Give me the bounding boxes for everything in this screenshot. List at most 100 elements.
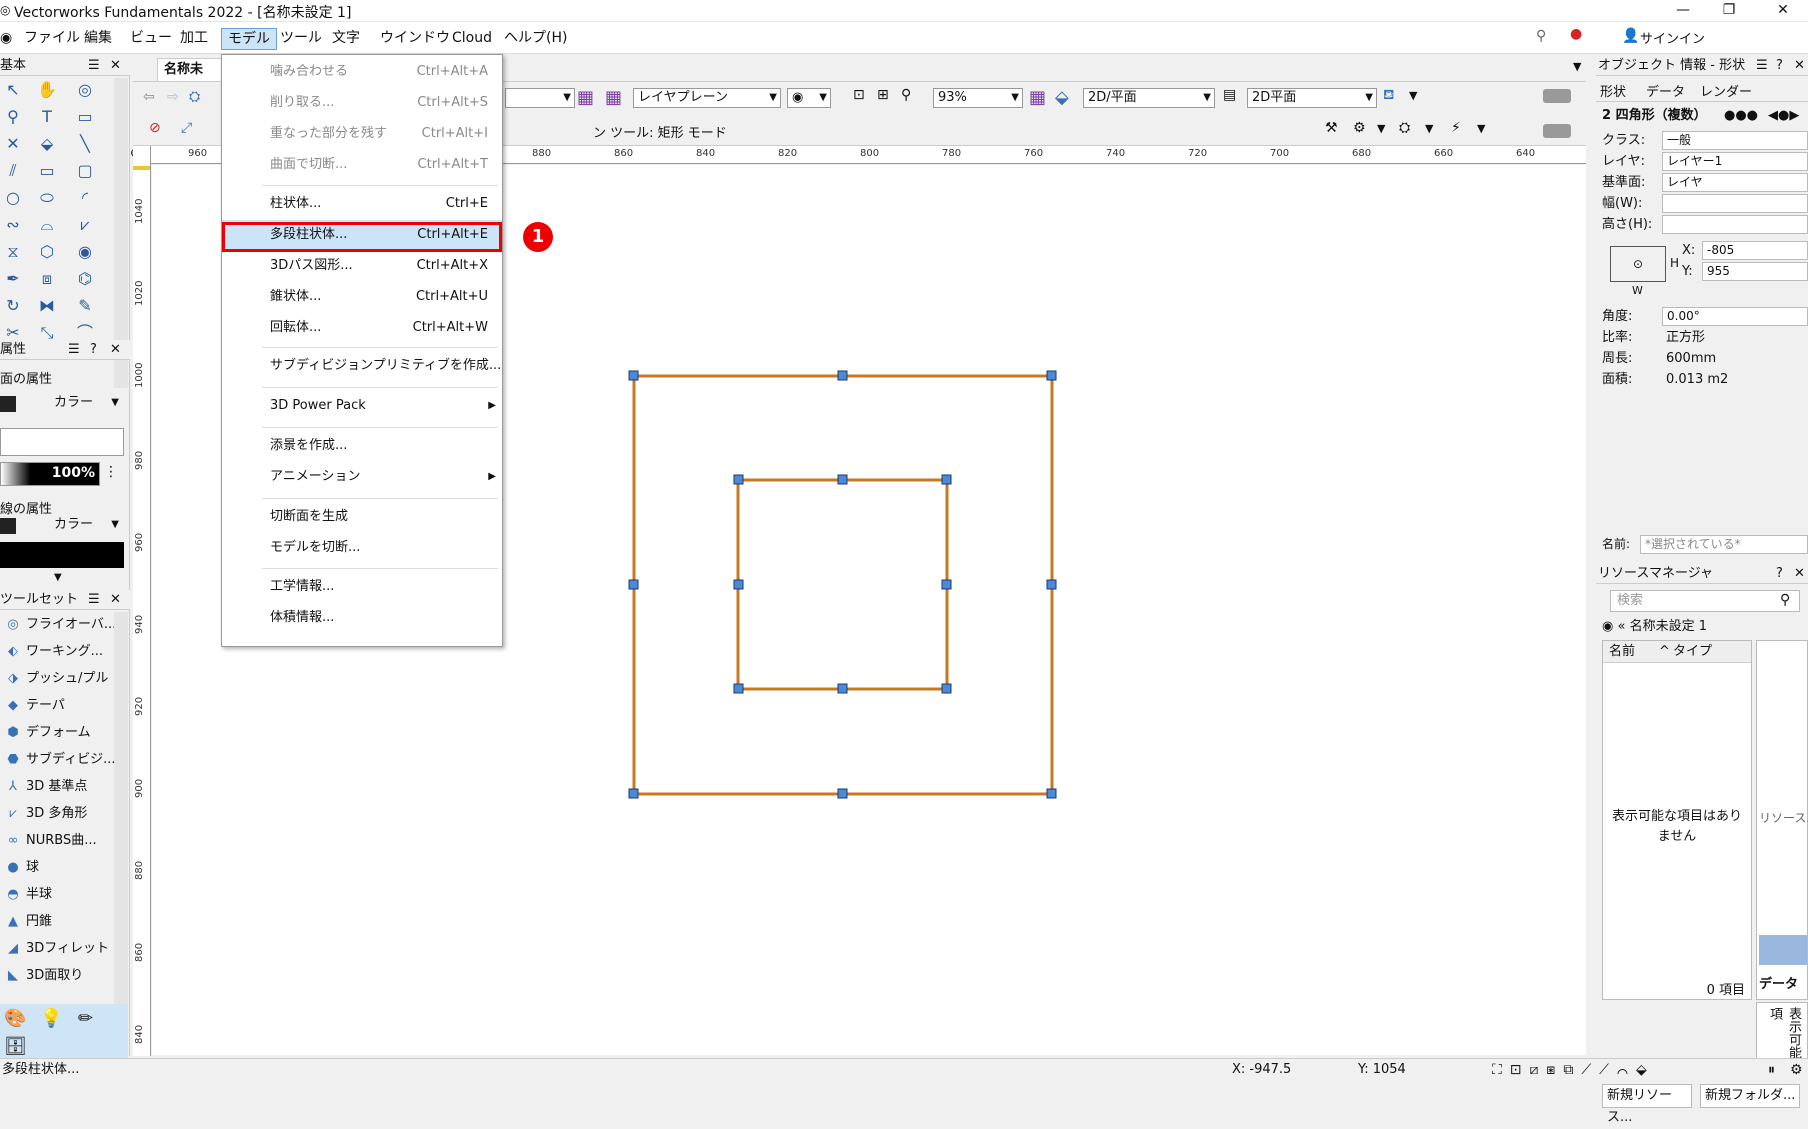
- resource-search-input[interactable]: 検索: [1610, 590, 1800, 612]
- tab-shape[interactable]: 形状: [1600, 81, 1626, 100]
- menu-item-intersect[interactable]: 重なった部分を残す Ctrl+Alt+I: [222, 119, 502, 149]
- menu-item-animation[interactable]: アニメーション ▶: [222, 462, 502, 492]
- menu-file[interactable]: ファイル: [18, 28, 86, 50]
- menu-text[interactable]: 文字: [326, 28, 366, 50]
- toolset-scrollbar[interactable]: [114, 612, 128, 1052]
- no-tool-icon[interactable]: ⊘: [149, 120, 161, 136]
- toolset-item[interactable]: ◢ 3Dフィレット: [0, 936, 109, 962]
- search-icon[interactable]: ⚲: [1536, 28, 1546, 44]
- double-polygon-tool-icon[interactable]: ⧖: [0, 240, 26, 264]
- x-input[interactable]: -805: [1702, 241, 1808, 260]
- forward-icon[interactable]: ⇨: [167, 89, 179, 105]
- view-dropdown[interactable]: 2D/平面: [1083, 88, 1215, 108]
- prev-next-icon[interactable]: ◀●▶: [1768, 104, 1799, 128]
- new-folder-button[interactable]: 新規フォルダ...: [1700, 1084, 1800, 1108]
- col-name[interactable]: 名前: [1609, 641, 1635, 663]
- help-icon[interactable]: ?: [1776, 564, 1783, 583]
- menu-icon[interactable]: ☰: [68, 340, 80, 359]
- minimize-button[interactable]: —: [1660, 0, 1706, 22]
- palette-close-icon[interactable]: ✕: [1794, 564, 1805, 583]
- rectangle-tool-icon[interactable]: ▭: [34, 159, 60, 183]
- menu-item-3d-power-pack[interactable]: 3D Power Pack ▶: [222, 391, 502, 421]
- toolset-item[interactable]: ⬣ サブディビジ...: [0, 747, 115, 773]
- toolset-item[interactable]: ▲ 円錐: [0, 909, 52, 935]
- flyover-tool-icon[interactable]: ◎: [72, 78, 98, 102]
- menu-icon[interactable]: ☰: [88, 56, 100, 75]
- menu-item-cut-model[interactable]: モデルを切断...: [222, 533, 502, 563]
- help-icon[interactable]: ?: [1776, 56, 1783, 75]
- palette-close-icon[interactable]: ✕: [110, 56, 121, 75]
- inner-rectangle[interactable]: [736, 478, 949, 691]
- resource-file-row[interactable]: ◉ « 名称未設定 1: [1602, 616, 1752, 638]
- render-options-icon[interactable]: ▼: [1409, 89, 1417, 102]
- menu-item-extrude-along-path[interactable]: 3Dパス図形... Ctrl+Alt+X: [222, 251, 502, 281]
- snap-toolbar-icons[interactable]: ⛶⊡⧄⧆⧉⟋⟋⌒⬙: [1492, 1059, 1655, 1081]
- offset-tool-icon[interactable]: ⧈: [34, 267, 60, 291]
- collapse-icon[interactable]: ▼: [54, 572, 62, 583]
- render-dropdown[interactable]: 2D平面: [1247, 88, 1377, 108]
- view-options-icon[interactable]: ▦: [1029, 87, 1046, 108]
- fill-color-swatch[interactable]: [0, 396, 16, 412]
- col-type[interactable]: タイプ: [1673, 641, 1712, 663]
- toolset-item[interactable]: ◆ テーパ: [0, 693, 65, 719]
- reshape-tool-icon[interactable]: ✎: [72, 294, 98, 318]
- plane-dropdown[interactable]: レイヤ: [1662, 173, 1808, 192]
- arc-tool-icon[interactable]: ◜: [72, 186, 98, 210]
- new-resource-button[interactable]: 新規リソース...: [1602, 1084, 1692, 1125]
- fill-preview[interactable]: [0, 428, 124, 456]
- shape-tool-icon[interactable]: ⌬: [72, 267, 98, 291]
- constraint-dropdown-icon[interactable]: ▼: [1477, 122, 1485, 135]
- menu-icon[interactable]: ☰: [1756, 56, 1768, 75]
- palette-close-icon[interactable]: ✕: [110, 340, 121, 359]
- toolset-item[interactable]: ● 球: [0, 855, 39, 881]
- menu-modify[interactable]: 加工: [174, 28, 214, 50]
- menu-view[interactable]: ビュー: [124, 28, 178, 50]
- color-tool-icon[interactable]: 🎨: [4, 1008, 26, 1029]
- selection-tool-icon[interactable]: ↖: [0, 78, 26, 102]
- more-icon[interactable]: ⋮: [104, 464, 118, 480]
- toolset-item[interactable]: ◓ 半球: [0, 882, 52, 908]
- light-tool-icon[interactable]: 💡: [40, 1008, 62, 1029]
- circle-tool-icon[interactable]: ○: [0, 186, 26, 210]
- doc-tab[interactable]: 名称未: [157, 58, 227, 82]
- layer-options-icon[interactable]: ▦: [605, 87, 622, 108]
- line-mode-dropdown[interactable]: カラー: [26, 516, 122, 536]
- line-tool-icon[interactable]: ╲: [72, 132, 98, 156]
- menu-icon[interactable]: ☰: [88, 590, 100, 609]
- view-icon[interactable]: ⬙: [1055, 87, 1069, 108]
- menu-item-combine[interactable]: 噛み合わせる Ctrl+Alt+A: [222, 57, 502, 87]
- line-color-swatch[interactable]: [0, 518, 16, 534]
- menu-item-subdivision[interactable]: サブディビジョンプリミティブを作成...: [222, 351, 502, 381]
- settings-dropdown-icon[interactable]: ▼: [1377, 122, 1385, 135]
- restore-button[interactable]: ❐: [1706, 0, 1752, 22]
- pause-icon[interactable]: ⏸: [1768, 1059, 1775, 1081]
- snap-dropdown-icon[interactable]: ▼: [1425, 122, 1433, 135]
- snap-icon[interactable]: ⚒: [1325, 120, 1338, 136]
- rounded-rect-tool-icon[interactable]: ▢: [72, 159, 98, 183]
- anchor-grid[interactable]: ⊙: [1610, 246, 1666, 282]
- callout-tool-icon[interactable]: ▭: [72, 105, 98, 129]
- spiral-tool-icon[interactable]: ◉: [72, 240, 98, 264]
- menu-help[interactable]: ヘルプ(H): [498, 28, 573, 50]
- menu-cloud[interactable]: Cloud: [446, 28, 498, 50]
- opacity-slider[interactable]: 100%: [0, 462, 100, 486]
- regular-polygon-tool-icon[interactable]: ⬡: [34, 240, 60, 264]
- settings-icon[interactable]: ⚙: [1353, 120, 1366, 136]
- search-icon[interactable]: ⚲: [1780, 592, 1790, 608]
- palette-close-icon[interactable]: ✕: [110, 590, 121, 609]
- toolset-item[interactable]: ⬗ プッシュ/プル: [0, 666, 108, 692]
- class-dropdown[interactable]: 一般: [1662, 131, 1808, 150]
- projection-icon[interactable]: ▤: [1223, 87, 1236, 103]
- tab-data[interactable]: データ: [1646, 81, 1685, 100]
- polygon-tool-icon[interactable]: ⩗: [72, 213, 98, 237]
- zoom-dropdown[interactable]: 93%: [933, 88, 1023, 108]
- zoom-icon[interactable]: ⚲: [901, 87, 911, 103]
- class-dropdown[interactable]: [505, 88, 575, 108]
- zoom-objects-icon[interactable]: ⊞: [877, 87, 889, 103]
- menu-item-tapered-extrude[interactable]: 錐状体... Ctrl+Alt+U: [222, 282, 502, 312]
- menu-model[interactable]: モデル: [221, 28, 277, 50]
- menu-item-create-plant[interactable]: 添景を作成...: [222, 431, 502, 461]
- trim-tool-icon[interactable]: ✕: [0, 132, 26, 156]
- zoom-tool-icon[interactable]: ⚲: [0, 105, 26, 129]
- selection-handles[interactable]: [628, 370, 1057, 799]
